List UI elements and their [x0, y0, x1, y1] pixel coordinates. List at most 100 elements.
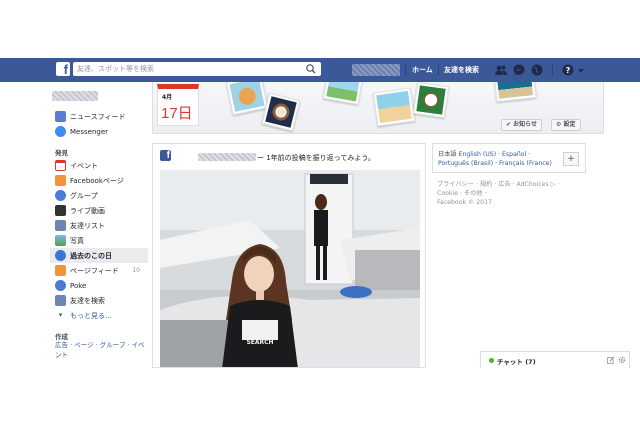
sidebar-item-groups[interactable]: グループ — [50, 188, 148, 203]
sidebar-item-find-friends[interactable]: 友達を検索 — [50, 293, 148, 308]
memory-post-card: f ー 1年前の投稿を振り返ってみよう。 SEARCH — [152, 143, 426, 368]
sidebar-item-label: 友達を検索 — [70, 296, 105, 305]
sidebar-item-messenger[interactable]: Messenger — [50, 124, 148, 139]
friends-icon — [495, 65, 507, 75]
sidebar-item-poke[interactable]: Poke — [50, 278, 148, 293]
calendar-icon — [55, 160, 66, 171]
photos-icon — [55, 235, 66, 246]
chevron-down-icon: ▾ — [58, 311, 63, 319]
messages-button[interactable] — [512, 63, 526, 77]
add-language-button[interactable]: + — [563, 152, 579, 166]
search-input[interactable] — [73, 62, 301, 76]
find-friends-link[interactable]: 友達を検索 — [444, 65, 479, 75]
pages-feed-count: 10 — [132, 267, 140, 274]
illustration-landscape-photo — [322, 82, 364, 105]
facebook-logo[interactable]: f — [56, 62, 70, 76]
top-navigation-bar: f ホーム 友達を検索 ? — [0, 58, 640, 82]
news-feed-icon — [55, 111, 66, 122]
find-friends-icon — [55, 295, 66, 306]
friend-list-icon — [55, 220, 66, 231]
nav-divider — [405, 64, 406, 76]
settings-button-label: 設定 — [563, 121, 576, 128]
nav-divider — [438, 64, 439, 76]
poke-icon — [55, 280, 66, 291]
footer-links: プライバシー · 規約 · 広告 · AdChoices ▷ · Cookie … — [437, 180, 587, 207]
illustration-ocean-photo — [493, 82, 537, 103]
profile-name-redacted[interactable] — [198, 153, 256, 161]
account-menu-button[interactable] — [576, 63, 586, 77]
gear-icon: ⚙ — [556, 121, 562, 128]
caret-down-icon — [578, 69, 584, 73]
post-photo-image: SEARCH — [160, 170, 420, 367]
illustration-dog-photo — [225, 82, 269, 116]
sidebar-item-live-video[interactable]: ライブ動画 — [50, 203, 148, 218]
sidebar-item-friend-lists[interactable]: 友達リスト — [50, 218, 148, 233]
pages-feed-icon — [55, 265, 66, 276]
svg-text:SEARCH: SEARCH — [246, 339, 273, 346]
settings-button[interactable]: ⚙ 設定 — [551, 119, 581, 131]
notifications-settings-button[interactable]: ✔ お知らせ — [501, 119, 543, 131]
see-more-link[interactable]: ▾ もっと見る... — [50, 308, 148, 323]
post-photo[interactable]: SEARCH — [160, 170, 420, 367]
search-button[interactable] — [304, 63, 318, 75]
chat-sidebar-toggle[interactable]: チャット (7) — [480, 351, 630, 368]
chat-label: チャット (7) — [497, 358, 536, 366]
friend-requests-button[interactable] — [494, 63, 508, 77]
nav-divider — [552, 64, 553, 76]
checkmark-icon: ✔ — [506, 121, 512, 128]
sidebar-item-label: 友達リスト — [70, 221, 105, 230]
calendar-card: 4月 17日 — [157, 84, 199, 126]
profile-name-redacted[interactable] — [352, 64, 400, 76]
illustration-baseball-photo — [412, 82, 450, 119]
footer-copyright: Facebook © 2017 — [437, 199, 492, 206]
messenger-icon — [55, 126, 66, 137]
messenger-icon — [513, 64, 525, 76]
illustration-beach-photo — [372, 87, 416, 127]
language-links-line1[interactable]: English (US) · Español · — [459, 151, 531, 158]
compose-icon[interactable] — [607, 356, 615, 364]
language-selector: 日本語 English (US) · Español · Português (… — [432, 143, 586, 173]
sidebar-item-label: 写真 — [70, 236, 84, 245]
illustration-coffee-photo — [261, 92, 301, 132]
gear-icon[interactable] — [618, 356, 626, 364]
live-video-icon — [55, 205, 66, 216]
footer-line-1[interactable]: プライバシー · 規約 · 広告 · AdChoices ▷ · — [437, 180, 587, 189]
current-language: 日本語 — [438, 151, 457, 158]
on-this-day-icon — [55, 250, 66, 261]
footer-line-2[interactable]: Cookie · その他 · — [437, 189, 587, 198]
flag-icon — [55, 175, 66, 186]
question-mark-icon: ? — [562, 64, 574, 76]
facebook-logo-icon: f — [160, 150, 171, 161]
language-links-line2[interactable]: Português (Brasil) · Français (France) — [438, 160, 552, 167]
sidebar-item-label: 過去のこの日 — [70, 251, 112, 260]
sidebar-item-label: イベント — [70, 161, 98, 170]
notifications-button[interactable] — [530, 63, 544, 77]
profile-name-redacted[interactable] — [52, 91, 98, 101]
home-link[interactable]: ホーム — [412, 65, 433, 75]
groups-icon — [55, 190, 66, 201]
create-links[interactable]: 広告 · ページ · グループ · イベント — [55, 340, 151, 360]
sidebar-item-label: Messenger — [70, 127, 109, 136]
svg-text:?: ? — [566, 66, 571, 75]
sidebar-item-events[interactable]: イベント — [50, 158, 148, 173]
post-text: ー 1年前の投稿を振り返ってみよう。 — [257, 154, 375, 162]
online-status-dot — [489, 358, 494, 363]
search-box — [73, 62, 321, 76]
sidebar-item-pages-feed[interactable]: ページフィード 10 — [50, 263, 148, 278]
notification-button-label: お知らせ — [513, 121, 538, 128]
sidebar-item-label: ニュースフィード — [70, 112, 126, 121]
sidebar-item-pages[interactable]: Facebookページ — [50, 173, 148, 188]
calendar-day: 17日 — [161, 105, 193, 122]
language-list: 日本語 English (US) · Español · Português (… — [438, 150, 562, 168]
sidebar-item-label: Facebookページ — [70, 176, 124, 185]
sidebar-item-label: Poke — [70, 281, 87, 290]
see-more-label: もっと見る... — [70, 311, 112, 320]
globe-icon — [531, 64, 543, 76]
sidebar-item-photos[interactable]: 写真 — [50, 233, 148, 248]
quick-help-button[interactable]: ? — [561, 63, 575, 77]
explore-heading: 発見 — [55, 149, 68, 157]
search-icon — [306, 64, 316, 74]
sidebar-item-news-feed[interactable]: ニュースフィード — [50, 109, 148, 124]
calendar-month: 4月 — [162, 94, 173, 101]
sidebar-item-on-this-day[interactable]: 過去のこの日 — [50, 248, 148, 263]
